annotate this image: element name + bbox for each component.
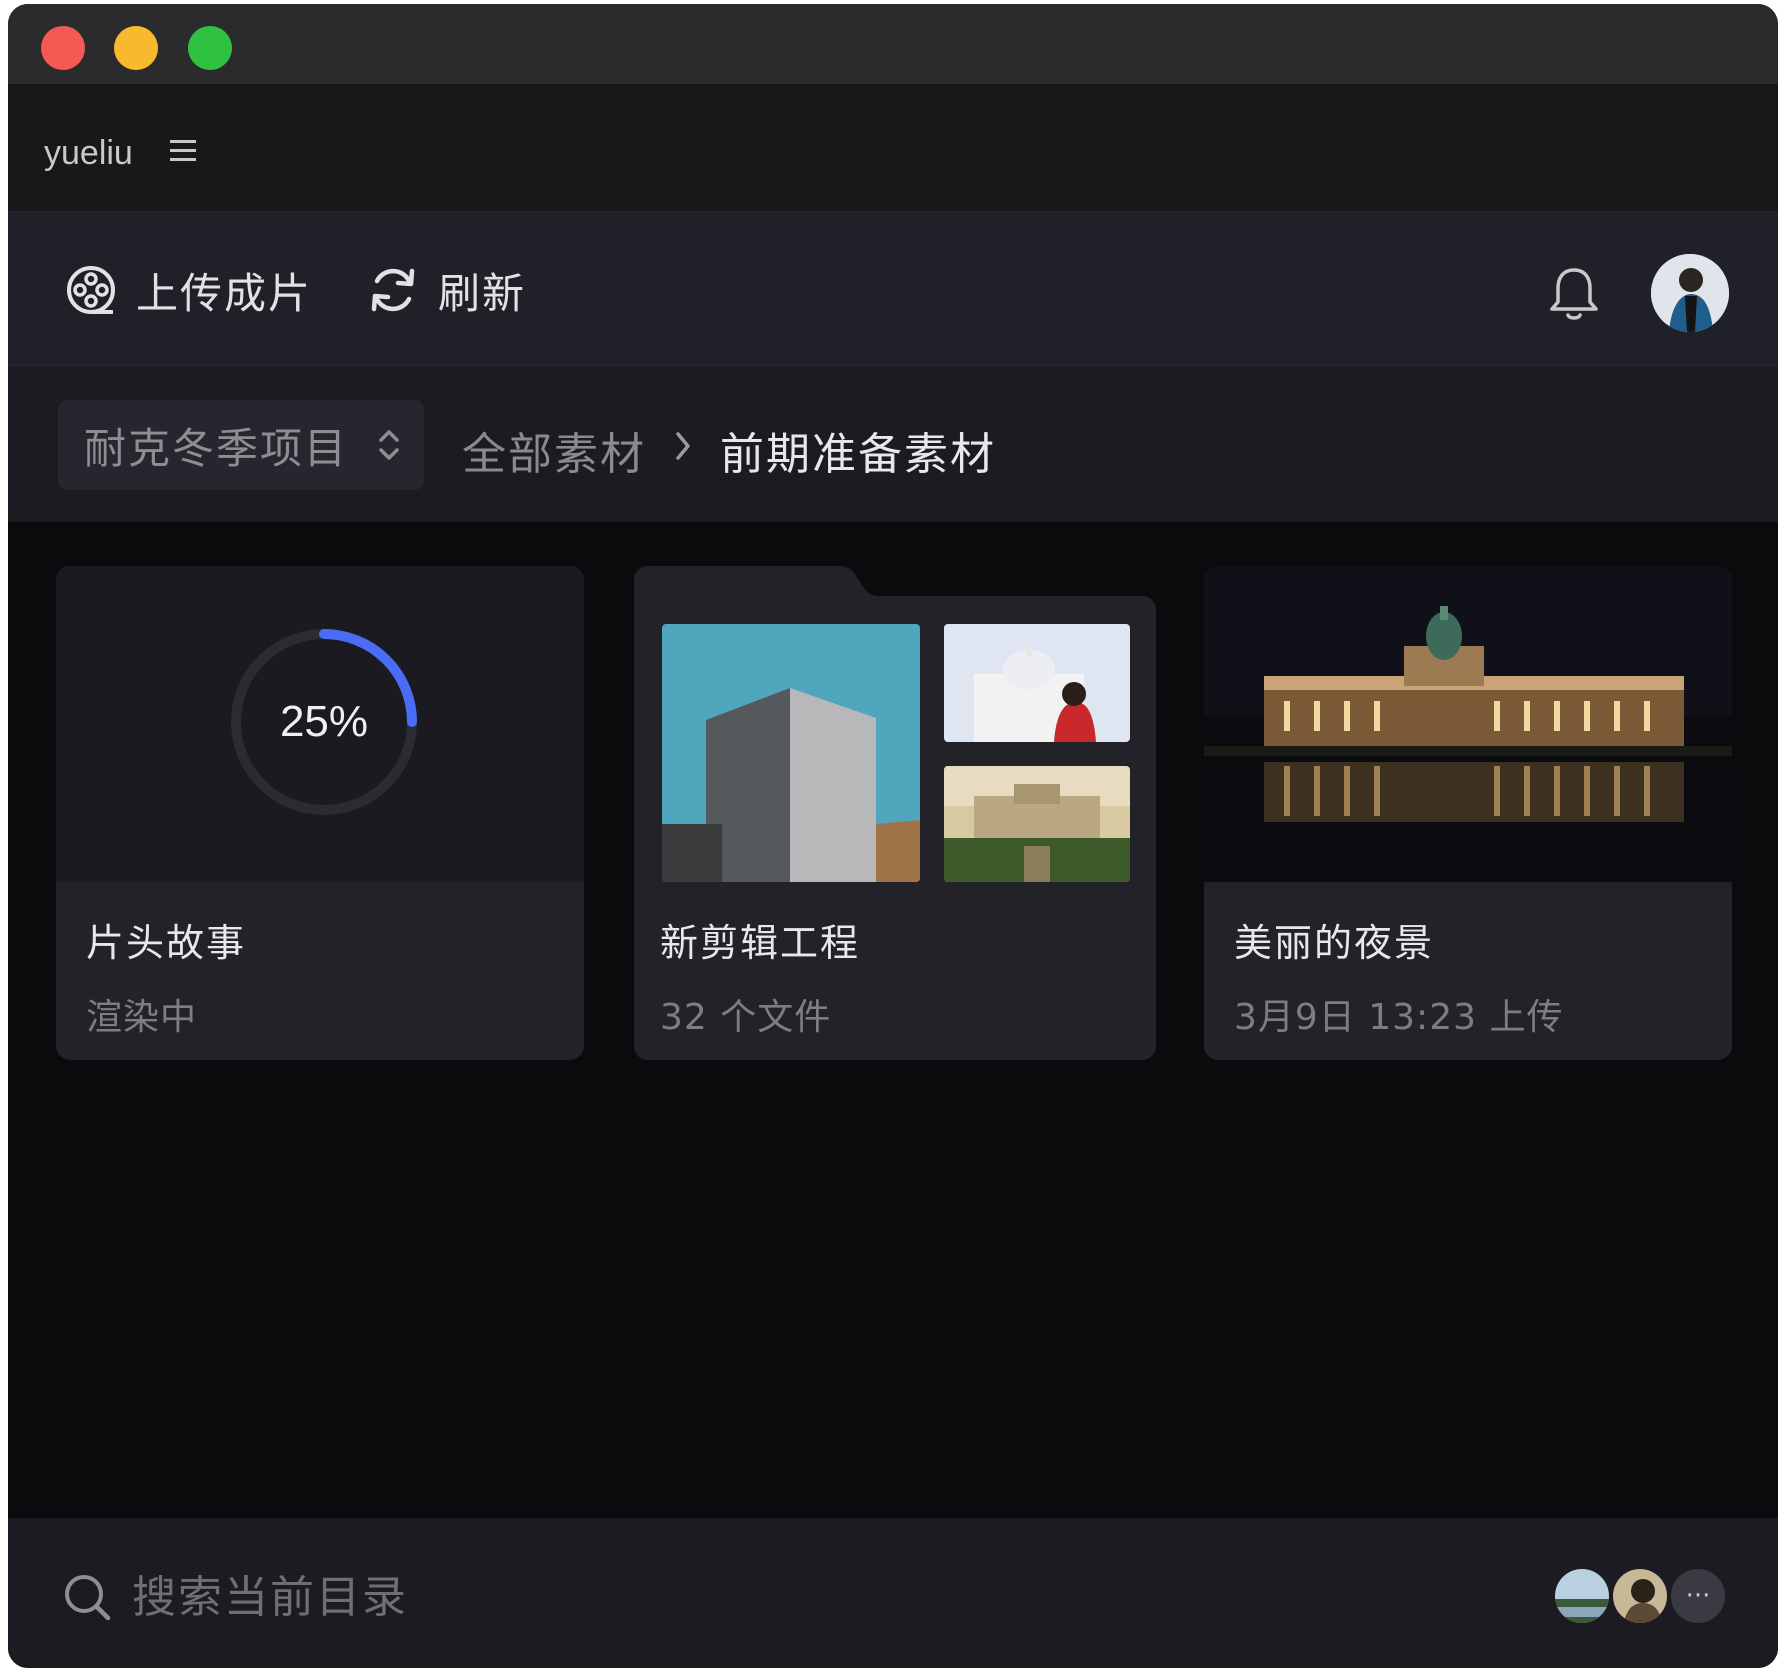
refresh-button[interactable]: 刷新 bbox=[366, 262, 526, 318]
avatar-image bbox=[1651, 254, 1729, 332]
upload-film-label: 上传成片 bbox=[136, 268, 313, 318]
collaborator-avatar[interactable] bbox=[1552, 1566, 1612, 1626]
toolbar: 上传成片 刷新 bbox=[8, 212, 1778, 366]
project-selector[interactable]: 耐克冬季项目 bbox=[58, 400, 424, 490]
title-bar bbox=[8, 4, 1778, 84]
maximize-window-button[interactable] bbox=[188, 26, 232, 70]
card-title: 片头故事 bbox=[86, 921, 247, 965]
close-window-button[interactable] bbox=[41, 26, 85, 70]
breadcrumb-root[interactable]: 全部素材 bbox=[462, 418, 646, 482]
upload-film-button[interactable]: 上传成片 bbox=[64, 262, 312, 318]
bottom-bar: ··· bbox=[8, 1518, 1778, 1668]
card-thumbnail-night-scene bbox=[1204, 566, 1732, 882]
more-collaborators-button[interactable]: ··· bbox=[1668, 1566, 1728, 1626]
folder-thumbnail-capitol bbox=[944, 624, 1130, 742]
card-thumbnail: 25% bbox=[56, 566, 584, 882]
asset-card-folder[interactable]: 新剪辑工程 32 个文件 bbox=[634, 566, 1156, 1060]
project-selector-label: 耐克冬季项目 bbox=[84, 423, 349, 473]
bell-icon[interactable] bbox=[1544, 264, 1604, 324]
film-reel-icon bbox=[67, 266, 115, 314]
avatar-image bbox=[1555, 1569, 1609, 1623]
menu-icon[interactable] bbox=[168, 138, 198, 164]
folder-thumbnail-palace bbox=[944, 766, 1130, 882]
card-status: 渲染中 bbox=[86, 997, 198, 1038]
username: yueliu bbox=[44, 134, 133, 172]
folder-thumbnail-building bbox=[662, 624, 920, 882]
app-window: yueliu 上传成片 刷新 耐克冬季项目 全部素材 前期准备素材 25% 片头… bbox=[8, 4, 1778, 1668]
progress-percent: 25% bbox=[279, 697, 369, 746]
search-icon bbox=[65, 1575, 111, 1621]
avatar-image bbox=[1613, 1569, 1667, 1623]
card-file-count: 32 个文件 bbox=[660, 997, 832, 1038]
breadcrumb-current: 前期准备素材 bbox=[720, 429, 996, 480]
card-title: 新剪辑工程 bbox=[660, 921, 861, 965]
card-title: 美丽的夜景 bbox=[1234, 921, 1435, 965]
refresh-icon bbox=[371, 268, 415, 312]
chevron-right-icon bbox=[676, 432, 690, 460]
collaborator-avatar[interactable] bbox=[1610, 1566, 1670, 1626]
card-upload-time: 3月9日 13:23 上传 bbox=[1234, 997, 1564, 1038]
chevron-updown-icon bbox=[379, 430, 399, 460]
asset-card-image[interactable]: 美丽的夜景 3月9日 13:23 上传 bbox=[1204, 566, 1732, 1060]
minimize-window-button[interactable] bbox=[114, 26, 158, 70]
refresh-label: 刷新 bbox=[438, 268, 527, 318]
user-avatar[interactable] bbox=[1651, 254, 1729, 332]
breadcrumb-bar: 耐克冬季项目 全部素材 前期准备素材 bbox=[8, 366, 1778, 522]
search-input[interactable] bbox=[132, 1562, 732, 1632]
account-bar: yueliu bbox=[8, 84, 1778, 212]
asset-card-rendering[interactable]: 25% 片头故事 渲染中 bbox=[56, 566, 584, 1060]
